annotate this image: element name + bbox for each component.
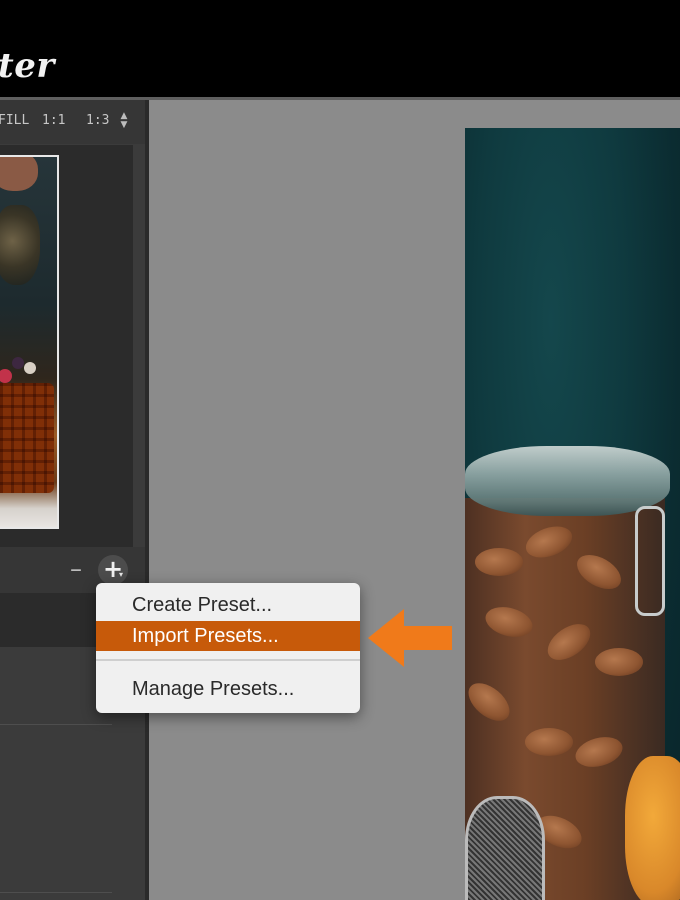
photo-jar-clasp bbox=[635, 506, 665, 616]
preview-hand bbox=[0, 157, 38, 191]
photo-pastry bbox=[625, 756, 680, 900]
stepper-icon[interactable]: ▲ ▼ bbox=[118, 112, 130, 132]
preview-berry bbox=[12, 357, 24, 369]
menu-item-manage-presets[interactable]: Manage Presets... bbox=[96, 674, 360, 704]
app-title: ter bbox=[0, 46, 55, 86]
title-bar: ter bbox=[0, 0, 680, 97]
menu-separator bbox=[96, 659, 360, 661]
menu-item-import-presets[interactable]: Import Presets... bbox=[96, 621, 360, 651]
preview-berry bbox=[0, 369, 12, 383]
preview-jug bbox=[0, 205, 40, 285]
zoom-option-1-3[interactable]: 1:3 bbox=[86, 113, 109, 128]
panel-divider bbox=[0, 724, 112, 725]
preview-berry bbox=[24, 362, 36, 374]
preview-waffle bbox=[0, 383, 54, 493]
photo-sieve bbox=[465, 796, 545, 900]
navigator-header: FILL 1:1 1:3 ▲ ▼ bbox=[0, 100, 145, 144]
navigator-preview-image[interactable] bbox=[0, 155, 59, 529]
minus-icon[interactable]: – bbox=[66, 555, 86, 583]
panel-divider bbox=[0, 892, 112, 893]
zoom-option-1-1[interactable]: 1:1 bbox=[42, 113, 65, 128]
photo-almond bbox=[525, 728, 573, 756]
arrow-left-icon bbox=[368, 609, 452, 667]
stepper-down-icon[interactable]: ▼ bbox=[118, 121, 130, 130]
main-photo[interactable] bbox=[465, 128, 680, 900]
left-panel: FILL 1:1 1:3 ▲ ▼ – + ▾ bbox=[0, 100, 145, 900]
arrow-left-shape bbox=[368, 609, 452, 667]
plus-icon[interactable]: + bbox=[98, 555, 128, 585]
zoom-option-fill[interactable]: FILL bbox=[0, 113, 29, 128]
photo-almond bbox=[475, 548, 523, 576]
photo-almond bbox=[595, 648, 643, 676]
chevron-down-icon: ▾ bbox=[119, 570, 124, 579]
menu-item-create-preset[interactable]: Create Preset... bbox=[96, 590, 360, 620]
preset-context-menu: Create Preset... Import Presets... Manag… bbox=[96, 583, 360, 713]
photo-jar-lid bbox=[465, 446, 670, 516]
